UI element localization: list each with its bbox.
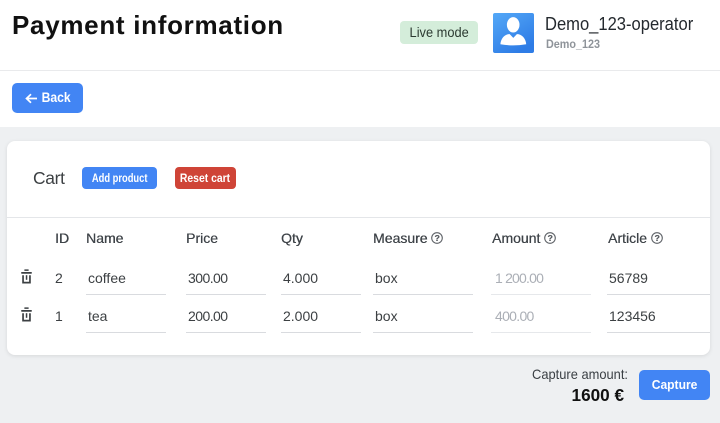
svg-text:?: ? [548, 233, 553, 243]
svg-text:?: ? [654, 233, 659, 243]
svg-text:?: ? [435, 233, 440, 243]
